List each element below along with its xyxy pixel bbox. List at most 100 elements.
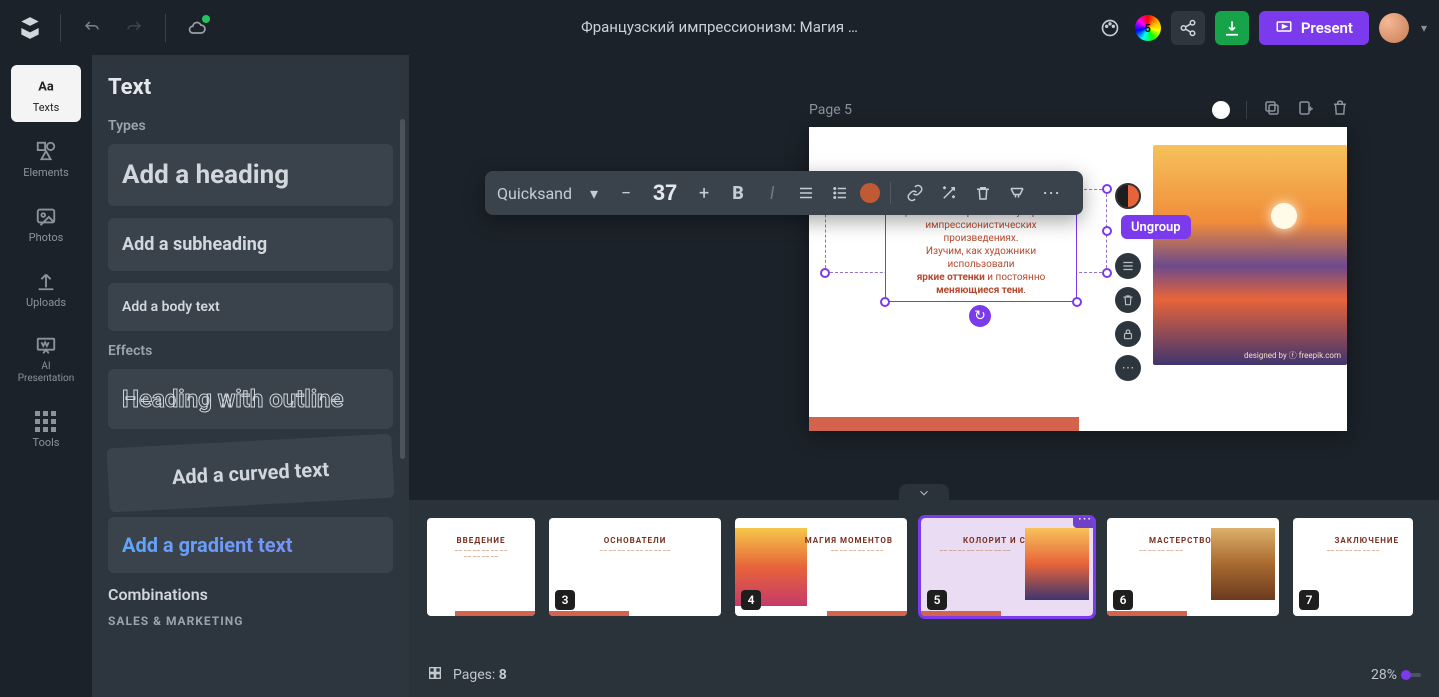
more-icon[interactable]: ⋯ xyxy=(1115,355,1141,381)
selection-handle[interactable] xyxy=(820,268,830,278)
align-button[interactable] xyxy=(792,179,820,207)
rotate-handle[interactable]: ↻ xyxy=(969,305,991,327)
thumb-strip xyxy=(549,611,629,616)
rail-elements[interactable]: Elements xyxy=(11,130,81,187)
zoom-control[interactable]: 28% xyxy=(1371,667,1421,683)
selection-handle[interactable] xyxy=(1102,268,1112,278)
add-heading-card[interactable]: Add a heading xyxy=(108,144,393,206)
thumb-strip xyxy=(921,611,1001,616)
delete-page-icon[interactable] xyxy=(1331,99,1349,121)
ungroup-tooltip[interactable]: Ungroup xyxy=(1121,215,1191,239)
style-button[interactable] xyxy=(1003,179,1031,207)
rail-photos[interactable]: Photos xyxy=(11,195,81,252)
selection-handle[interactable] xyxy=(1102,184,1112,194)
font-size-decrease[interactable]: − xyxy=(612,179,640,207)
sun-graphic xyxy=(1271,203,1297,229)
palette-icon[interactable] xyxy=(1095,13,1125,43)
thumb-number: 5 xyxy=(927,590,947,610)
thumb-7[interactable]: ЗАКЛЮЧЕНИЕ —— —— —— —— —— —— 7 xyxy=(1293,518,1413,616)
thumb-5[interactable]: ⋯ КОЛОРИТ И СВЕТ —— —— —— —— —— —— —— ——… xyxy=(921,518,1093,616)
chevron-down-icon: ▾ xyxy=(590,184,598,203)
gradient-text-card[interactable]: Add a gradient text xyxy=(108,517,393,573)
pages-label: Pages: 8 xyxy=(453,667,507,683)
combo-sales-marketing[interactable]: SALES & MARKETING xyxy=(108,614,393,628)
list-icon[interactable] xyxy=(1115,253,1141,279)
add-page-icon[interactable] xyxy=(1297,99,1315,121)
rail-tools[interactable]: Tools xyxy=(11,401,81,457)
add-body-text-card[interactable]: Add a body text xyxy=(108,283,393,331)
thumb-title: ЗАКЛЮЧЕНИЕ xyxy=(1334,536,1399,545)
slide-image[interactable]: designed by ⓕ freepik.com xyxy=(1153,145,1347,365)
user-avatar[interactable] xyxy=(1379,13,1409,43)
share-button[interactable] xyxy=(1171,11,1205,45)
thumb-title: ВВЕДЕНИЕ xyxy=(457,536,506,545)
duplicate-page-icon[interactable] xyxy=(1263,99,1281,121)
app-logo[interactable] xyxy=(16,14,44,42)
more-button[interactable]: ⋯ xyxy=(1037,179,1065,207)
present-label: Present xyxy=(1301,19,1353,37)
rail-texts-label: Texts xyxy=(33,101,60,114)
thumb-3[interactable]: ОСНОВАТЕЛИ —— —— —— —— —— —— —— —— 3 xyxy=(549,518,721,616)
rail-ai-presentation[interactable]: AI Presentation xyxy=(11,325,81,393)
document-title[interactable]: Французский импрессионизм: Магия … xyxy=(581,18,858,36)
thumbnails: ВВЕДЕНИЕ —— —— —— —— —— —— —— —— —— —— О… xyxy=(427,518,1429,616)
thumb-strip xyxy=(827,611,907,616)
thumb-more-menu[interactable]: ⋯ xyxy=(1073,518,1093,528)
link-button[interactable] xyxy=(901,179,929,207)
list-button[interactable] xyxy=(826,179,854,207)
bold-button[interactable]: B xyxy=(724,179,752,207)
left-nav-rail: Aa Texts Elements Photos Uploads AI Pres… xyxy=(0,55,92,697)
credits-badge[interactable]: 5 xyxy=(1135,15,1161,41)
font-size-input[interactable] xyxy=(646,180,684,206)
font-size-increase[interactable]: + xyxy=(690,179,718,207)
theme-color-toggle[interactable] xyxy=(1115,183,1141,209)
download-button[interactable] xyxy=(1215,11,1249,45)
thumbnail-toggle[interactable] xyxy=(899,484,949,502)
gradient-text-label: Add a gradient text xyxy=(122,533,379,557)
zoom-value: 28% xyxy=(1371,667,1397,683)
thumb-4[interactable]: МАГИЯ МОМЕНТОВ —— —— —— —— —— —— 4 xyxy=(735,518,907,616)
add-body-label: Add a body text xyxy=(122,299,379,315)
redo-button[interactable] xyxy=(119,13,149,43)
rail-texts[interactable]: Aa Texts xyxy=(11,65,81,122)
curved-text-card[interactable]: Add a curved text xyxy=(107,434,395,513)
text-line: Изучим, как художники использовали xyxy=(926,246,1036,270)
add-subheading-card[interactable]: Add a subheading xyxy=(108,218,393,271)
rail-uploads[interactable]: Uploads xyxy=(11,260,81,317)
page-bg-color[interactable] xyxy=(1212,101,1230,119)
textbox-handle[interactable] xyxy=(880,297,890,307)
text-line: импрессионистических произведениях. xyxy=(925,220,1036,244)
image-credit: designed by ⓕ freepik.com xyxy=(1244,350,1341,361)
magic-button[interactable] xyxy=(935,179,963,207)
cloud-sync-icon[interactable] xyxy=(182,13,212,43)
canvas-area: Page 5 Цвет и свет играли важную роль в xyxy=(409,55,1439,697)
trash-icon[interactable] xyxy=(1115,287,1141,313)
page-header: Page 5 xyxy=(809,99,1349,121)
textbox-handle[interactable] xyxy=(1072,297,1082,307)
undo-button[interactable] xyxy=(77,13,107,43)
thumb-number: 7 xyxy=(1299,590,1319,610)
present-button[interactable]: Present xyxy=(1259,11,1369,45)
avatar-menu-chevron[interactable]: ▾ xyxy=(1421,21,1427,35)
thumb-title: МАГИЯ МОМЕНТОВ xyxy=(805,536,893,545)
divider xyxy=(1246,101,1247,119)
sidepanel-scrollbar[interactable] xyxy=(400,119,405,459)
add-subheading-label: Add a subheading xyxy=(122,234,379,255)
italic-button[interactable]: I xyxy=(758,179,786,207)
zoom-slider-thumb[interactable] xyxy=(1401,670,1411,680)
page-label: Page 5 xyxy=(809,102,852,118)
heading-outline-card[interactable]: Heading with outline xyxy=(108,369,393,429)
thumb-number: 3 xyxy=(555,590,575,610)
rail-tools-label: Tools xyxy=(33,436,60,449)
lock-icon[interactable] xyxy=(1115,321,1141,347)
selected-textbox[interactable]: Цвет и свет играли важную роль в импресс… xyxy=(885,201,1077,302)
delete-button[interactable] xyxy=(969,179,997,207)
thumb-6[interactable]: МАСТЕРСТВО КИСТИ —— —— —— —— —— 6 xyxy=(1107,518,1279,616)
thumbnail-strip: ВВЕДЕНИЕ —— —— —— —— —— —— —— —— —— —— О… xyxy=(409,500,1439,697)
grid-view-icon[interactable] xyxy=(427,665,443,685)
selection-handle[interactable] xyxy=(1102,226,1112,236)
font-family-dropdown[interactable]: Quicksand ▾ xyxy=(497,184,606,203)
rail-ai-label: AI Presentation xyxy=(15,361,77,385)
thumb-2[interactable]: ВВЕДЕНИЕ —— —— —— —— —— —— —— —— —— —— xyxy=(427,518,535,616)
text-color-button[interactable] xyxy=(860,183,880,203)
